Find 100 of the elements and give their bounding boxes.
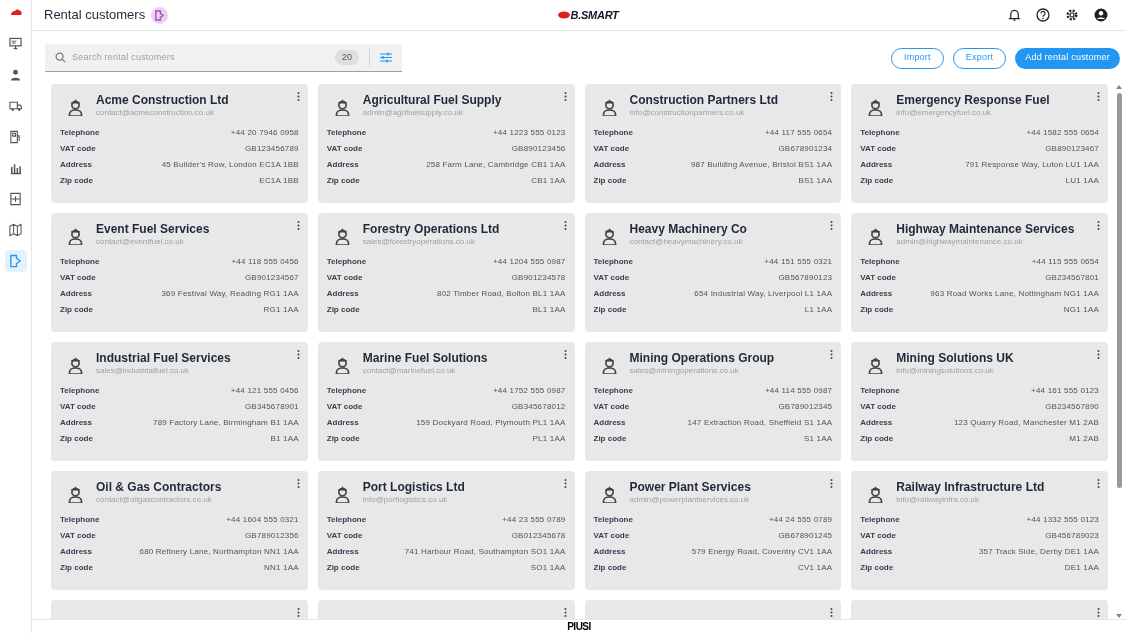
worker-icon bbox=[333, 356, 351, 374]
settings-icon[interactable] bbox=[1065, 8, 1079, 22]
more-options-icon[interactable] bbox=[296, 608, 300, 617]
more-options-icon[interactable] bbox=[830, 92, 834, 101]
customer-card[interactable]: Emergency Response Fuel info@emergencyfuel.co.uk Telephone +44 1582 555 0654 VAT code GB890123467 Address 791 Response Way, Luton LU1 1AA Zip code LU1 1AA bbox=[851, 84, 1108, 203]
customer-card[interactable]: Construction Partners Ltd info@constructionpartners.co.uk Telephone +44 117 555 0654 VAT code GB678901234 Address 987 Building Avenue, Bristol BS1 1AA Zip code BS1 1AA bbox=[584, 84, 842, 203]
customer-card[interactable]: Forestry Operations Ltd sales@forestryoperations.co.uk Telephone +44 1204 555 0987 VAT code GB901234578 Address 802 Timber Road, Bolton BL1 1AA Zip code BL1 1AA bbox=[317, 213, 575, 332]
field-value: GB234567890 bbox=[1045, 401, 1099, 412]
customer-name: Industrial Fuel Services bbox=[96, 350, 231, 366]
map-icon bbox=[9, 223, 22, 237]
customer-card[interactable]: Highway Maintenance Services admin@highwaymaintenance.co.uk Telephone +44 115 555 0654 VAT code GB234567801 Address 963 Road Works Lane, Nottingham NG1 1AA Zip code NG1 1AA bbox=[851, 213, 1108, 332]
customer-card[interactable]: Industrial Fuel Services sales@industrialfuel.co.uk Telephone +44 121 555 0456 VAT code GB345678901 Address 789 Factory Lane, Birmingham B1 1AA Zip code B1 1AA bbox=[51, 342, 308, 461]
field-value: BS1 1AA bbox=[798, 175, 833, 186]
more-options-icon[interactable] bbox=[296, 221, 300, 230]
field-label: VAT code bbox=[60, 143, 96, 154]
more-options-icon[interactable] bbox=[1097, 92, 1100, 101]
field-value: +44 1223 555 0123 bbox=[492, 127, 566, 138]
customer-email: info@miningsolutions.co.uk bbox=[896, 366, 995, 376]
more-options-icon[interactable] bbox=[563, 608, 567, 617]
field-value: +44 118 555 0456 bbox=[231, 256, 299, 267]
field-value: GB012345678 bbox=[511, 530, 566, 541]
field-value: +44 1752 555 0987 bbox=[492, 385, 566, 396]
field-label: Address bbox=[326, 417, 359, 428]
sidebar-item[interactable] bbox=[4, 250, 27, 272]
customer-card[interactable]: Power Plant Services admin@powerplantservices.co.uk Telephone +44 24 555 0789 VAT code GB678901245 Address 579 Energy Road, Coventry CV1 1AA Zip code CV1 1AA bbox=[584, 471, 842, 590]
field-value: 963 Road Works Lane, Nottingham NG1 1AA bbox=[930, 288, 1099, 299]
customer-card[interactable]: Agricultural Fuel Supply admin@agrifuelsupply.co.uk Telephone +44 1223 555 0123 VAT code GB890123456 Address 258 Farm Lane, Cambridge CB1 1AA Zip code CB1 1AA bbox=[317, 84, 575, 203]
field-label: Telephone bbox=[593, 514, 633, 525]
worker-icon bbox=[867, 485, 885, 503]
more-options-icon[interactable] bbox=[1097, 608, 1100, 617]
field-value: GB901234567 bbox=[244, 272, 299, 283]
field-label: Address bbox=[860, 159, 893, 170]
customer-card[interactable]: Railway Infrastructure Ltd info@railwayinfra.co.uk Telephone +44 1332 555 0123 VAT code GB456789023 Address 357 Track Side, Derby DE1 1AA Zip code DE1 1AA bbox=[851, 471, 1108, 590]
more-options-icon[interactable] bbox=[563, 221, 567, 230]
customer-card[interactable]: Marine Fuel Solutions contact@marinefuel.co.uk Telephone +44 1752 555 0987 VAT code GB345678012 Address 159 Dockyard Road, Plymouth PL1 1AA Zip code PL1 1AA bbox=[317, 342, 575, 461]
field-label: Address bbox=[593, 546, 626, 557]
customer-name: Forestry Operations Ltd bbox=[362, 221, 500, 237]
field-label: VAT code bbox=[326, 143, 363, 154]
field-label: Zip code bbox=[60, 304, 93, 315]
customer-card[interactable]: Mining Operations Group sales@miningoperations.co.uk Telephone +44 114 555 0987 VAT code GB789012345 Address 147 Extraction Road, Sheffield S1 1AA Zip code S1 1AA bbox=[584, 342, 842, 461]
search-field[interactable]: Search rental customers bbox=[72, 50, 329, 65]
field-label: VAT code bbox=[593, 401, 630, 412]
field-value: 357 Track Side, Derby DE1 1AA bbox=[978, 546, 1099, 557]
field-label: Zip code bbox=[326, 304, 360, 315]
worker-icon bbox=[867, 227, 885, 245]
field-label: Address bbox=[593, 288, 626, 299]
field-label: VAT code bbox=[860, 272, 896, 283]
brand-logo: B.SMART bbox=[557, 6, 619, 24]
field-label: Telephone bbox=[860, 127, 900, 138]
customer-card[interactable]: Heavy Machinery Co contact@heavymachinery.co.uk Telephone +44 151 555 0321 VAT code GB567890123 Address 654 Industrial Way, Liverpool L1 1AA Zip code L1 1AA bbox=[584, 213, 842, 332]
customer-email: info@emergencyfuel.co.uk bbox=[896, 108, 993, 118]
more-options-icon[interactable] bbox=[830, 479, 834, 488]
monitor-icon bbox=[9, 37, 22, 51]
more-options-icon[interactable] bbox=[563, 350, 567, 359]
field-value: M1 2AB bbox=[1069, 433, 1099, 444]
more-options-icon[interactable] bbox=[1097, 479, 1100, 488]
app-logo-icon[interactable] bbox=[9, 8, 22, 16]
customer-email: info@constructionpartners.co.uk bbox=[629, 108, 746, 118]
field-value: SO1 1AA bbox=[530, 562, 566, 573]
account-icon[interactable] bbox=[1094, 8, 1108, 22]
field-label: Telephone bbox=[60, 385, 100, 396]
customer-name: Mining Operations Group bbox=[629, 350, 775, 366]
more-options-icon[interactable] bbox=[563, 92, 567, 101]
field-label: Address bbox=[60, 159, 92, 170]
scroll-up-icon[interactable] bbox=[1116, 84, 1122, 89]
field-value: LU1 1AA bbox=[1065, 175, 1099, 186]
search-field[interactable]: Search rental customers 20 bbox=[45, 44, 402, 72]
customer-card[interactable]: Event Fuel Services contact@eventfuel.co.uk Telephone +44 118 555 0456 VAT code GB901234567 Address 369 Festival Way, Reading RG1 1AA Zip code RG1 1AA bbox=[51, 213, 308, 332]
field-label: Zip code bbox=[593, 175, 627, 186]
field-value: GB901234578 bbox=[511, 272, 566, 283]
worker-icon bbox=[333, 227, 351, 245]
field-value: +44 23 555 0789 bbox=[502, 514, 566, 525]
notification-icon[interactable] bbox=[1008, 8, 1021, 22]
help-icon[interactable] bbox=[1036, 8, 1050, 22]
customer-card[interactable]: Mining Solutions UK info@miningsolutions.co.uk Telephone +44 161 555 0123 VAT code GB234567890 Address 123 Quarry Road, Manchester M1 2AB Zip code M1 2AB bbox=[851, 342, 1108, 461]
more-options-icon[interactable] bbox=[1097, 350, 1100, 359]
field-label: Telephone bbox=[60, 127, 100, 138]
filter-icon[interactable] bbox=[380, 52, 392, 63]
more-options-icon[interactable] bbox=[296, 92, 300, 101]
more-options-icon[interactable] bbox=[830, 350, 834, 359]
more-options-icon[interactable] bbox=[830, 608, 834, 617]
field-label: Telephone bbox=[860, 385, 900, 396]
customer-email: admin@powerplantservices.co.uk bbox=[629, 495, 751, 505]
more-options-icon[interactable] bbox=[1097, 221, 1100, 230]
customer-card[interactable]: Oil & Gas Contractors contact@oilgascontractors.co.uk Telephone +44 1604 555 0321 VAT code GB789012356 Address 680 Refinery Lane, Northampton NN1 1AA Zip code NN1 1AA bbox=[51, 471, 308, 590]
customer-card[interactable]: Port Logistics Ltd info@portlogistics.co.uk Telephone +44 23 555 0789 VAT code GB012345678 Address 741 Harbour Road, Southampton SO1 1AA Zip code SO1 1AA bbox=[317, 471, 575, 590]
more-options-icon[interactable] bbox=[296, 350, 300, 359]
more-options-icon[interactable] bbox=[296, 479, 300, 488]
field-label: Zip code bbox=[60, 433, 93, 444]
scroll-down-icon[interactable] bbox=[1116, 614, 1122, 619]
field-label: Zip code bbox=[60, 175, 93, 186]
worker-icon bbox=[333, 485, 351, 503]
field-value: 258 Farm Lane, Cambridge CB1 1AA bbox=[426, 159, 566, 170]
rental-icon bbox=[151, 6, 169, 24]
field-value: +44 20 7946 0958 bbox=[230, 127, 299, 138]
scrollbar[interactable] bbox=[1114, 84, 1124, 619]
more-options-icon[interactable] bbox=[563, 479, 567, 488]
more-options-icon[interactable] bbox=[830, 221, 834, 230]
customer-card[interactable]: Acme Construction Ltd contact@acmeconstruction.co.uk Telephone +44 20 7946 0958 VAT code GB123456789 Address 45 Builder's Row, London EC1A 1BB Zip code EC1A 1BB bbox=[51, 84, 308, 203]
customer-name: Railway Infrastructure Ltd bbox=[896, 479, 1045, 495]
